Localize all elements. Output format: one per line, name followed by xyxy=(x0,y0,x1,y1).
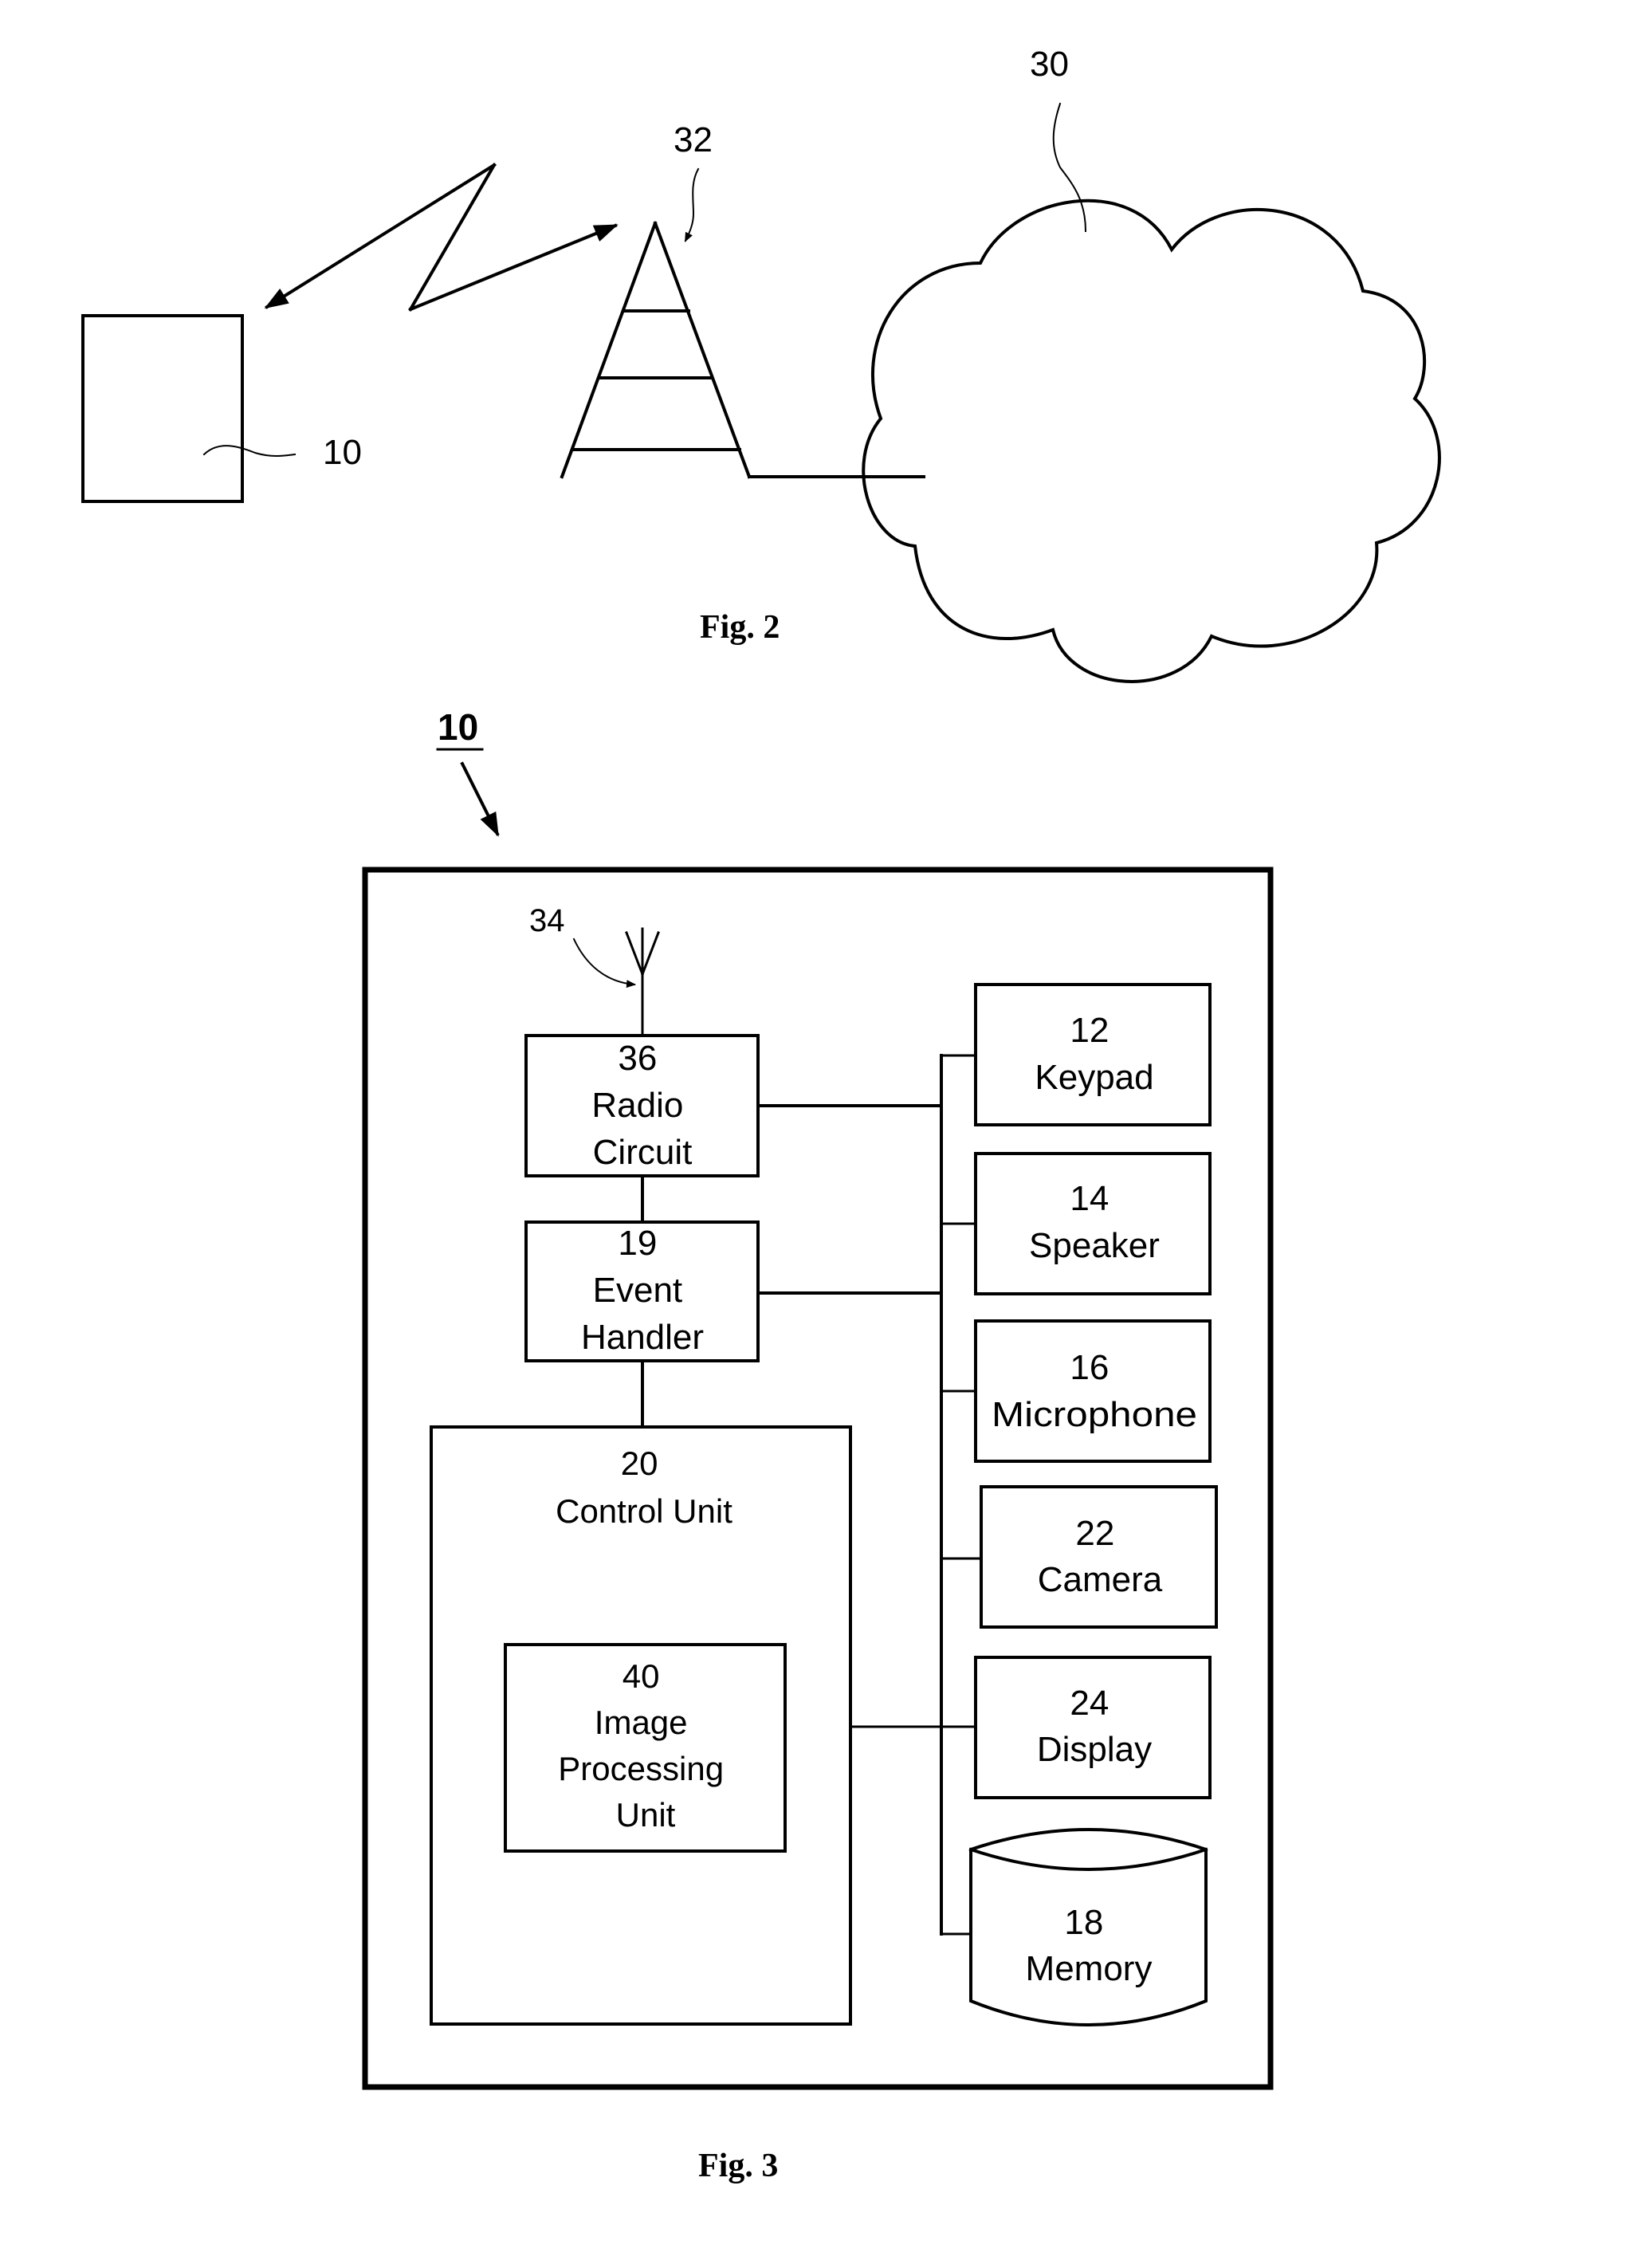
control-unit-label: 20 Control Unit xyxy=(556,1445,732,1530)
tower-ref-label: 32 xyxy=(674,120,713,159)
figure-3: 10 34 36 Radio Circuit 19 Event Handler xyxy=(362,706,1274,2184)
microphone-block xyxy=(974,1319,1212,1463)
device-leader-line xyxy=(202,445,297,457)
patent-drawing-sheet: 10 32 30 Fig. 2 10 34 36 Radio Circuit 1… xyxy=(81,45,1441,2184)
figure-2: 10 32 30 Fig. 2 xyxy=(81,45,1441,683)
display-block xyxy=(974,1656,1212,1799)
system-bus xyxy=(756,1054,983,1936)
display-label: 24 Display xyxy=(1037,1684,1152,1769)
keypad-label: 12 Keypad xyxy=(1035,1011,1153,1097)
speaker-block xyxy=(974,1152,1212,1295)
device-ref-label: 10 xyxy=(323,433,362,472)
keypad-block xyxy=(974,983,1212,1126)
camera-block xyxy=(980,1485,1218,1629)
network-leader-line xyxy=(1052,102,1087,233)
event-handler-label: 19 Event Handler xyxy=(581,1224,704,1357)
camera-label: 22 Camera xyxy=(1038,1514,1163,1599)
antenna-ref-label: 34 xyxy=(529,903,565,938)
radio-circuit-label: 36 Radio Circuit xyxy=(591,1039,693,1172)
network-cloud-icon xyxy=(862,198,1441,683)
device-ref-arrow xyxy=(460,761,500,837)
mobile-device-box xyxy=(81,314,244,503)
memory-label: 18 Memory xyxy=(1026,1903,1153,1988)
microphone-label: 16 Microphone xyxy=(992,1348,1197,1434)
figure-2-caption: Fig. 2 xyxy=(700,609,780,646)
image-processing-unit-label: 40 Image Processing Unit xyxy=(558,1657,732,1834)
device-outline-box xyxy=(362,867,1274,2090)
base-station-tower-icon xyxy=(560,221,752,479)
tower-leader-line xyxy=(684,167,700,242)
speaker-label: 14 Speaker xyxy=(1029,1179,1160,1265)
device-ref-label-fig3: 10 xyxy=(438,706,478,748)
network-ref-label: 30 xyxy=(1030,45,1069,84)
wireless-link-arrow-to-device xyxy=(264,163,497,309)
antenna-leader-line xyxy=(572,937,636,989)
wireless-link-zigzag xyxy=(408,163,497,312)
wireless-link-arrow-to-tower xyxy=(408,223,619,312)
figure-3-caption: Fig. 3 xyxy=(698,2148,778,2184)
antenna-icon xyxy=(625,927,660,1037)
